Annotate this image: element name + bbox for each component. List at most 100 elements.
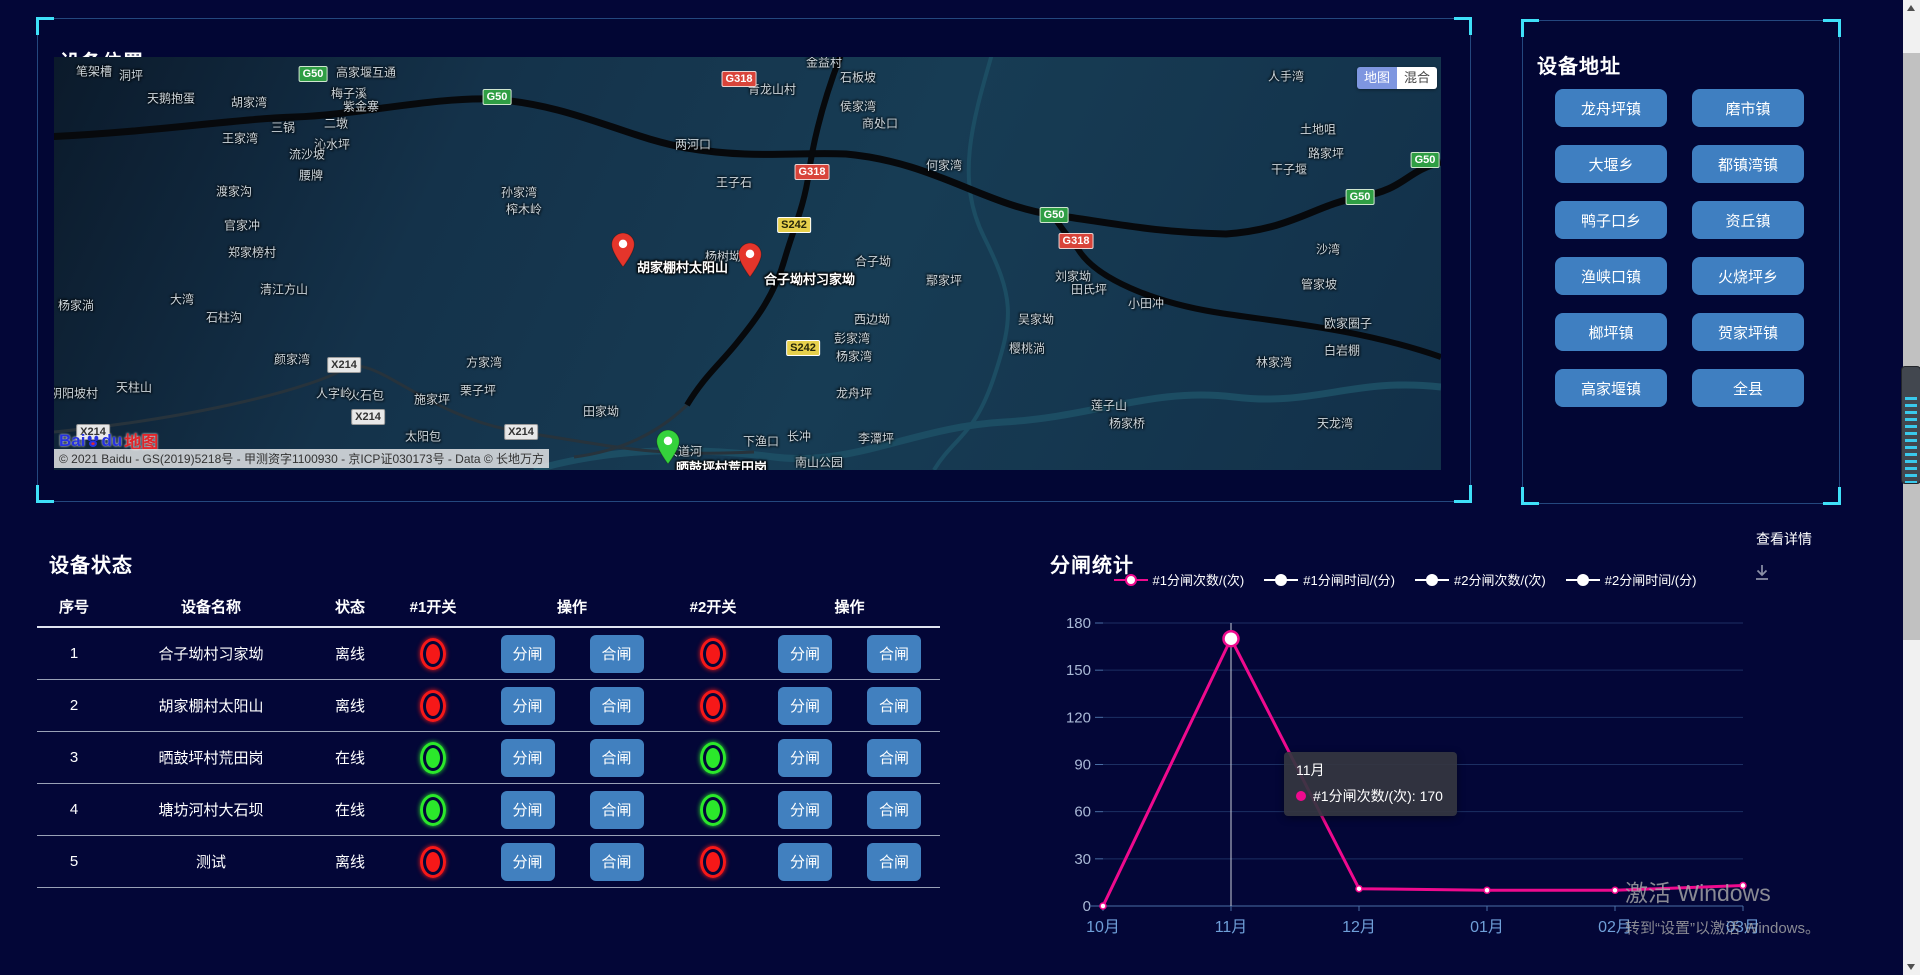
svg-text:03月: 03月 <box>1726 919 1760 936</box>
scroll-indicator-widget <box>1901 366 1920 484</box>
map-place-label: 鄢家坪 <box>926 272 962 289</box>
table-column-header: 操作 <box>477 596 667 617</box>
map-place-label: 樱桃淌 <box>1009 340 1045 357</box>
open-switch-button[interactable]: 分闸 <box>501 739 555 777</box>
map-type-hybrid-button[interactable]: 混合 <box>1397 67 1437 89</box>
baidu-logo-text: du <box>101 431 122 451</box>
town-button[interactable]: 全县 <box>1692 369 1804 407</box>
baidu-paw-icon <box>85 433 101 449</box>
switch2-cell <box>667 794 759 826</box>
road-badge-g50: G50 <box>1346 189 1375 205</box>
switch2-cell <box>667 690 759 722</box>
town-button[interactable]: 龙舟坪镇 <box>1555 89 1667 127</box>
close-switch-button[interactable]: 合闸 <box>867 739 921 777</box>
tooltip-value-text: #1分闸次数/(次): 170 <box>1313 786 1443 806</box>
panel-corner-decoration <box>1454 485 1472 503</box>
map-type-map-button[interactable]: 地图 <box>1357 67 1397 89</box>
switch1-actions: 分闸合闸 <box>477 739 667 777</box>
map-place-label: 腰牌 <box>299 167 323 184</box>
switch1-actions: 分闸合闸 <box>477 843 667 881</box>
switch1-indicator-green <box>420 742 446 774</box>
map-place-label: 商处口 <box>862 115 898 132</box>
open-switch-button[interactable]: 分闸 <box>501 635 555 673</box>
close-switch-button[interactable]: 合闸 <box>590 791 644 829</box>
map-pin-icon[interactable] <box>611 233 635 272</box>
table-body: 1合子坳村习家坳离线分闸合闸分闸合闸2胡家棚村太阳山离线分闸合闸分闸合闸3晒鼓坪… <box>37 628 940 888</box>
scroll-down-arrow-icon[interactable] <box>1907 964 1915 970</box>
open-switch-button[interactable]: 分闸 <box>501 791 555 829</box>
map-pin-icon[interactable] <box>738 243 762 282</box>
town-button[interactable]: 榔坪镇 <box>1555 313 1667 351</box>
panel-corner-decoration <box>36 485 54 503</box>
map-place-label: 紫金寨 <box>343 98 379 115</box>
town-button[interactable]: 都镇湾镇 <box>1692 145 1804 183</box>
map-type-toggle[interactable]: 地图 混合 <box>1357 67 1437 89</box>
switch1-indicator-red <box>420 690 446 722</box>
road-badge-g318: G318 <box>795 164 830 180</box>
open-switch-button[interactable]: 分闸 <box>778 843 832 881</box>
switch2-actions: 分闸合闸 <box>759 843 940 881</box>
row-index: 3 <box>37 749 111 766</box>
town-button[interactable]: 高家堰镇 <box>1555 369 1667 407</box>
close-switch-button[interactable]: 合闸 <box>867 791 921 829</box>
scrollbar-thumb[interactable] <box>1903 53 1920 640</box>
town-button[interactable]: 大堰乡 <box>1555 145 1667 183</box>
svg-text:90: 90 <box>1074 757 1091 774</box>
map-place-label: 天龙湾 <box>1317 415 1353 432</box>
svg-text:60: 60 <box>1074 804 1091 821</box>
svg-text:150: 150 <box>1066 662 1091 679</box>
page-scrollbar[interactable] <box>1903 0 1920 975</box>
close-switch-button[interactable]: 合闸 <box>867 635 921 673</box>
row-index: 2 <box>37 697 111 714</box>
town-button[interactable]: 贺家坪镇 <box>1692 313 1804 351</box>
map-place-label: 白岩棚 <box>1324 342 1360 359</box>
close-switch-button[interactable]: 合闸 <box>590 739 644 777</box>
map-place-label: 天鹅抱蛋 <box>147 90 195 107</box>
switch2-cell <box>667 846 759 878</box>
town-button[interactable]: 火烧坪乡 <box>1692 257 1804 295</box>
device-status: 在线 <box>311 799 389 820</box>
view-details-link[interactable]: 查看详情 <box>1756 529 1812 549</box>
baidu-map[interactable]: 笔架槽洞坪天鹅抱蛋胡家湾高家堰互通梅子溪紫金寨二墩三锅王家湾沁水坪流沙坡腰牌渡家… <box>54 57 1441 470</box>
close-switch-button[interactable]: 合闸 <box>590 843 644 881</box>
town-button[interactable]: 渔峡口镇 <box>1555 257 1667 295</box>
open-switch-button[interactable]: 分闸 <box>501 687 555 725</box>
road-badge-x214: X214 <box>504 424 538 440</box>
open-switch-button[interactable]: 分闸 <box>501 843 555 881</box>
open-switch-button[interactable]: 分闸 <box>778 739 832 777</box>
map-place-label: 天柱山 <box>116 379 152 396</box>
table-row: 3晒鼓坪村荒田岗在线分闸合闸分闸合闸 <box>37 732 940 784</box>
svg-text:120: 120 <box>1066 709 1091 726</box>
map-place-label: 高家堰互通 <box>336 64 396 81</box>
open-switch-button[interactable]: 分闸 <box>778 687 832 725</box>
scroll-up-arrow-icon[interactable] <box>1907 5 1915 11</box>
map-place-label: 杨家湾 <box>836 348 872 365</box>
map-place-label: 林家湾 <box>1256 354 1292 371</box>
switch1-indicator-green <box>420 794 446 826</box>
switch1-cell <box>389 638 477 670</box>
road-badge-g50: G50 <box>299 66 328 82</box>
map-place-label: 人手湾 <box>1268 68 1304 85</box>
map-place-label: 两河口 <box>675 136 711 153</box>
town-button[interactable]: 磨市镇 <box>1692 89 1804 127</box>
svg-text:10月: 10月 <box>1086 919 1120 936</box>
town-button[interactable]: 鸭子口乡 <box>1555 201 1667 239</box>
open-switch-button[interactable]: 分闸 <box>778 791 832 829</box>
map-place-label: 莲子山 <box>1091 397 1127 414</box>
close-switch-button[interactable]: 合闸 <box>590 687 644 725</box>
table-column-header: #2开关 <box>667 596 759 617</box>
switch2-indicator-green <box>700 742 726 774</box>
map-place-label: 长冲 <box>787 428 811 445</box>
switch2-indicator-green <box>700 794 726 826</box>
map-place-label: 栗子坪 <box>460 382 496 399</box>
close-switch-button[interactable]: 合闸 <box>590 635 644 673</box>
device-name: 晒鼓坪村荒田岗 <box>111 747 311 768</box>
town-button[interactable]: 资丘镇 <box>1692 201 1804 239</box>
device-status: 离线 <box>311 643 389 664</box>
panel-corner-decoration <box>1521 487 1539 505</box>
road-badge-s242: S242 <box>786 340 820 356</box>
close-switch-button[interactable]: 合闸 <box>867 843 921 881</box>
open-switch-button[interactable]: 分闸 <box>778 635 832 673</box>
close-switch-button[interactable]: 合闸 <box>867 687 921 725</box>
road-badge-g318: G318 <box>722 71 757 87</box>
